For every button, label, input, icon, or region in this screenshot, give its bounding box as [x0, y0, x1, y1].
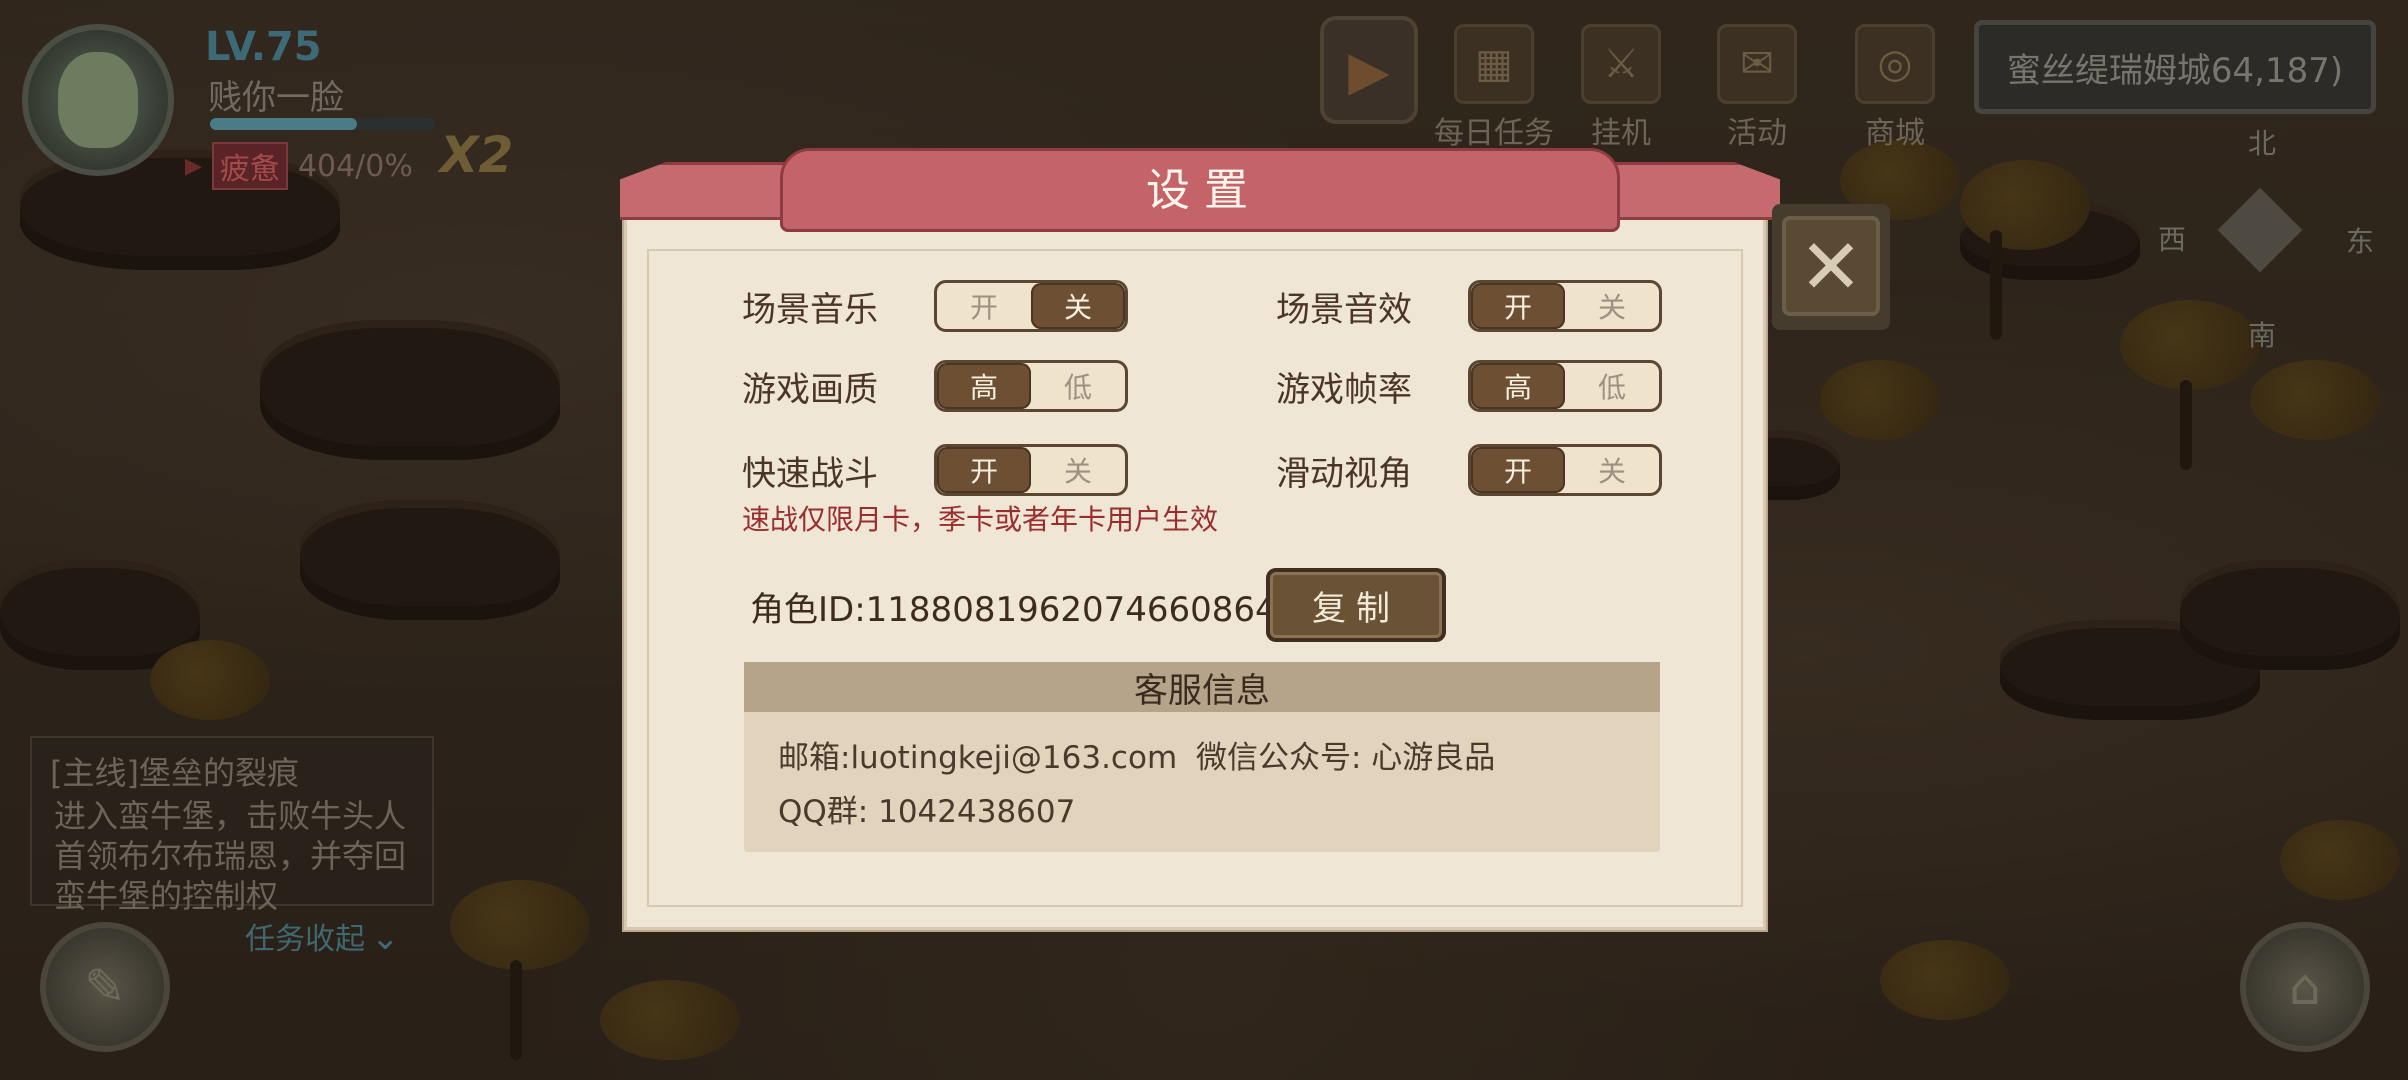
location-display[interactable]: 蜜丝缇瑞姆城64,187) — [1974, 20, 2376, 114]
compass-south: 南 — [2248, 319, 2277, 352]
scene-sfx-off[interactable]: 关 — [1565, 283, 1659, 329]
events-button[interactable]: ✉ 活动 — [1712, 24, 1802, 152]
map-scroll-button[interactable]: ✎ — [40, 922, 170, 1052]
fast-battle-note: 速战仅限月卡，季卡或者年卡用户生效 — [742, 503, 1219, 536]
house-icon: ⌂ — [2289, 958, 2321, 1016]
shop-button[interactable]: ◎ 商城 — [1850, 24, 1940, 152]
player-name: 贱你一脸 — [208, 78, 344, 118]
scene-music-label: 场景音乐 — [742, 290, 878, 330]
scene-music-off[interactable]: 关 — [1031, 283, 1125, 329]
role-id-text: 角色ID:1188081962074660864 — [750, 590, 1277, 630]
compass-east: 东 — [2346, 225, 2375, 258]
cs-qq: QQ群: 1042438607 — [778, 794, 1076, 830]
frame-rate-high[interactable]: 高 — [1471, 363, 1565, 409]
quest-title: [主线]堡垒的裂痕 — [50, 754, 299, 792]
close-button[interactable]: ✕ — [1782, 216, 1880, 316]
scroll-icon: ✉ — [1717, 24, 1797, 104]
scroll-map-icon: ✎ — [84, 958, 126, 1016]
events-label: 活动 — [1727, 116, 1787, 151]
graphics-quality-high[interactable]: 高 — [937, 363, 1031, 409]
idle-label: 挂机 — [1591, 116, 1651, 151]
crossed-swords-icon: ⚔ — [1581, 24, 1661, 104]
chevron-down-icon: ⌄ — [371, 918, 400, 958]
frame-rate-low[interactable]: 低 — [1565, 363, 1659, 409]
quest-collapse-button[interactable]: 任务收起 ⌄ — [245, 914, 400, 958]
scene-music-on[interactable]: 开 — [937, 283, 1031, 329]
swipe-view-label: 滑动视角 — [1276, 454, 1412, 494]
frame-rate-label: 游戏帧率 — [1276, 370, 1412, 410]
cs-email: 邮箱:luotingkeji@163.com — [778, 740, 1178, 776]
swipe-view-toggle[interactable]: 开 关 — [1468, 444, 1662, 496]
dialog-title: 设置 — [1146, 165, 1262, 216]
graphics-quality-toggle[interactable]: 高 低 — [934, 360, 1128, 412]
customer-service-header: 客服信息 — [744, 662, 1660, 712]
home-button[interactable]: ⌂ — [2240, 922, 2370, 1052]
scene-sfx-on[interactable]: 开 — [1471, 283, 1565, 329]
swipe-view-on[interactable]: 开 — [1471, 447, 1565, 493]
scene-music-toggle[interactable]: 开 关 — [934, 280, 1128, 332]
scene-sfx-label: 场景音效 — [1276, 290, 1412, 330]
daily-tasks-label: 每日任务 — [1434, 116, 1554, 151]
shop-label: 商城 — [1865, 116, 1925, 151]
quest-description: 进入蛮牛堡，击败牛头人首领布尔布瑞恩，并夺回蛮牛堡的控制权 — [54, 797, 407, 915]
graphics-quality-low[interactable]: 低 — [1031, 363, 1125, 409]
frame-rate-toggle[interactable]: 高 低 — [1468, 360, 1662, 412]
graphics-quality-label: 游戏画质 — [742, 370, 878, 410]
fast-battle-label: 快速战斗 — [742, 454, 878, 494]
play-icon: ▶ — [1348, 38, 1390, 102]
play-arrow-button[interactable]: ▶ — [1320, 16, 1418, 124]
quest-collapse-label: 任务收起 — [245, 922, 365, 957]
exp-bar — [210, 118, 436, 130]
fast-battle-off[interactable]: 关 — [1031, 447, 1125, 493]
idle-button[interactable]: ⚔ 挂机 — [1576, 24, 1666, 152]
daily-tasks-button[interactable]: ▦ 每日任务 — [1424, 24, 1564, 152]
scene-sfx-toggle[interactable]: 开 关 — [1468, 280, 1662, 332]
calendar-icon: ▦ — [1454, 24, 1534, 104]
player-level: LV.75 — [205, 24, 322, 70]
compass-west: 西 — [2158, 223, 2187, 256]
gold-coins-icon: ◎ — [1855, 24, 1935, 104]
fast-battle-toggle[interactable]: 开 关 — [934, 444, 1128, 496]
compass: 北 西 东 南 — [2150, 120, 2374, 352]
copy-button[interactable]: 复制 — [1266, 568, 1446, 642]
swipe-view-off[interactable]: 关 — [1565, 447, 1659, 493]
fast-battle-on[interactable]: 开 — [937, 447, 1031, 493]
close-icon: ✕ — [1799, 221, 1863, 311]
cs-wechat: 微信公众号: 心游良品 — [1196, 740, 1496, 776]
exp-bar-fill — [210, 118, 357, 130]
avatar-portrait — [58, 52, 138, 148]
